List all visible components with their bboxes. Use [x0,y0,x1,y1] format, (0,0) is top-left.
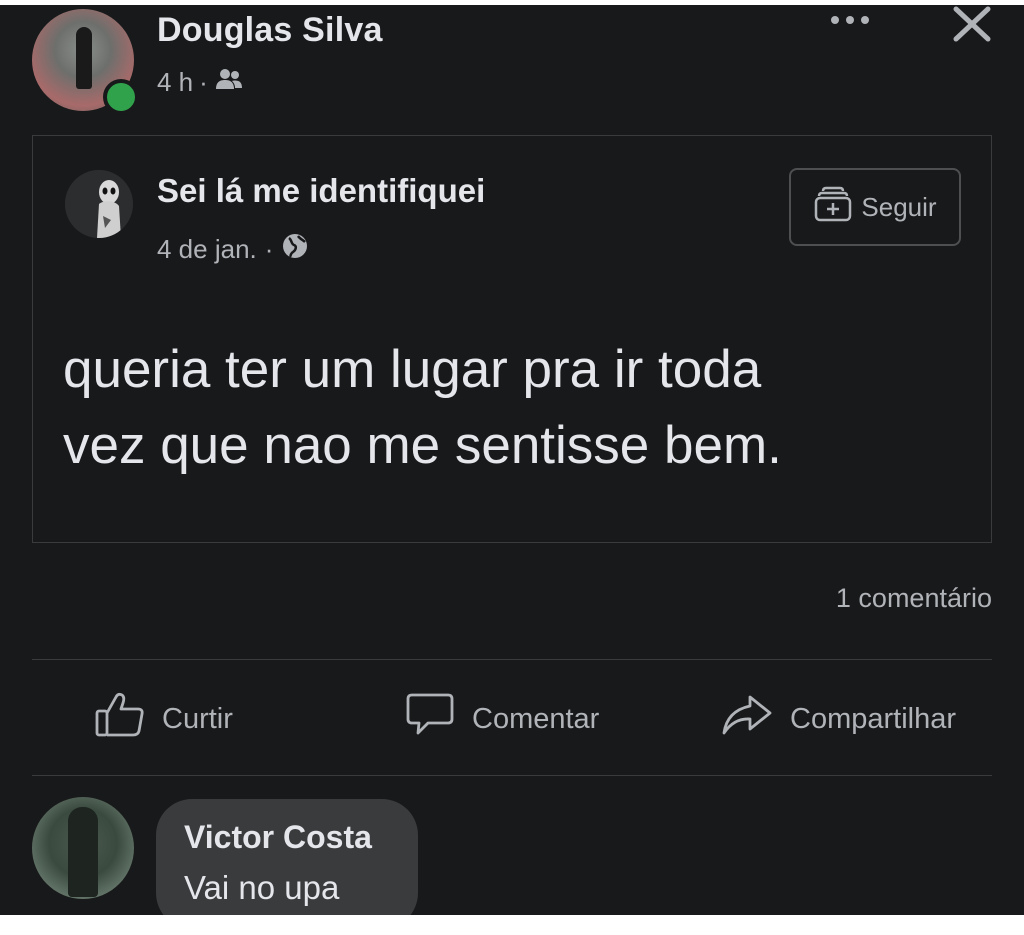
commenter-avatar[interactable] [32,797,134,899]
friends-icon [214,67,244,98]
avatar-figure [76,27,92,89]
globe-icon [281,232,309,267]
follow-label: Seguir [861,191,937,222]
avatar-figure [68,807,98,897]
meta-separator: · [199,67,208,97]
like-label: Curtir [162,702,233,735]
comment-bubble-icon [404,691,456,747]
meta-separator: · [264,234,274,264]
post-text-line: vez que nao me sentisse bem. [63,416,782,475]
page-name[interactable]: Sei lá me identifiquei [157,172,485,210]
post-meta: 4 h · [157,67,244,98]
add-page-icon [813,185,853,230]
facebook-post-screen: Douglas Silva 4 h · Sei lá me identifiqu… [0,5,1024,915]
comment-label: Comentar [472,702,600,735]
page-meta: 4 de jan. · [157,232,309,267]
post-text: queria ter um lugar pra ir toda vez que … [63,332,963,484]
more-options-icon[interactable] [828,9,872,29]
author-name[interactable]: Douglas Silva [157,11,383,50]
commenter-name[interactable]: Victor Costa [184,819,372,856]
online-status-dot [103,79,139,115]
comment-text: Vai no upa [184,869,340,906]
divider [32,659,992,660]
divider [32,775,992,776]
thumbs-up-icon [94,691,146,747]
post-text-line: queria ter um lugar pra ir toda [63,340,762,399]
comment-bubble[interactable]: Victor Costa Vai no upa [156,799,418,915]
comment-count[interactable]: 1 comentário [836,583,992,614]
share-label: Compartilhar [790,702,956,735]
like-button[interactable]: Curtir [94,691,233,747]
close-icon[interactable] [948,5,998,47]
post-time[interactable]: 4 h [157,67,193,98]
post-header: Douglas Silva 4 h · [0,5,1024,125]
shared-date[interactable]: 4 de jan. [157,234,257,265]
comment-button[interactable]: Comentar [404,691,599,747]
follow-button[interactable]: Seguir [789,168,961,246]
shared-post-card[interactable]: Sei lá me identifiquei 4 de jan. · Segui… [32,135,992,543]
share-button[interactable]: Compartilhar [720,691,956,747]
share-arrow-icon [720,691,774,747]
page-avatar[interactable] [65,170,133,238]
